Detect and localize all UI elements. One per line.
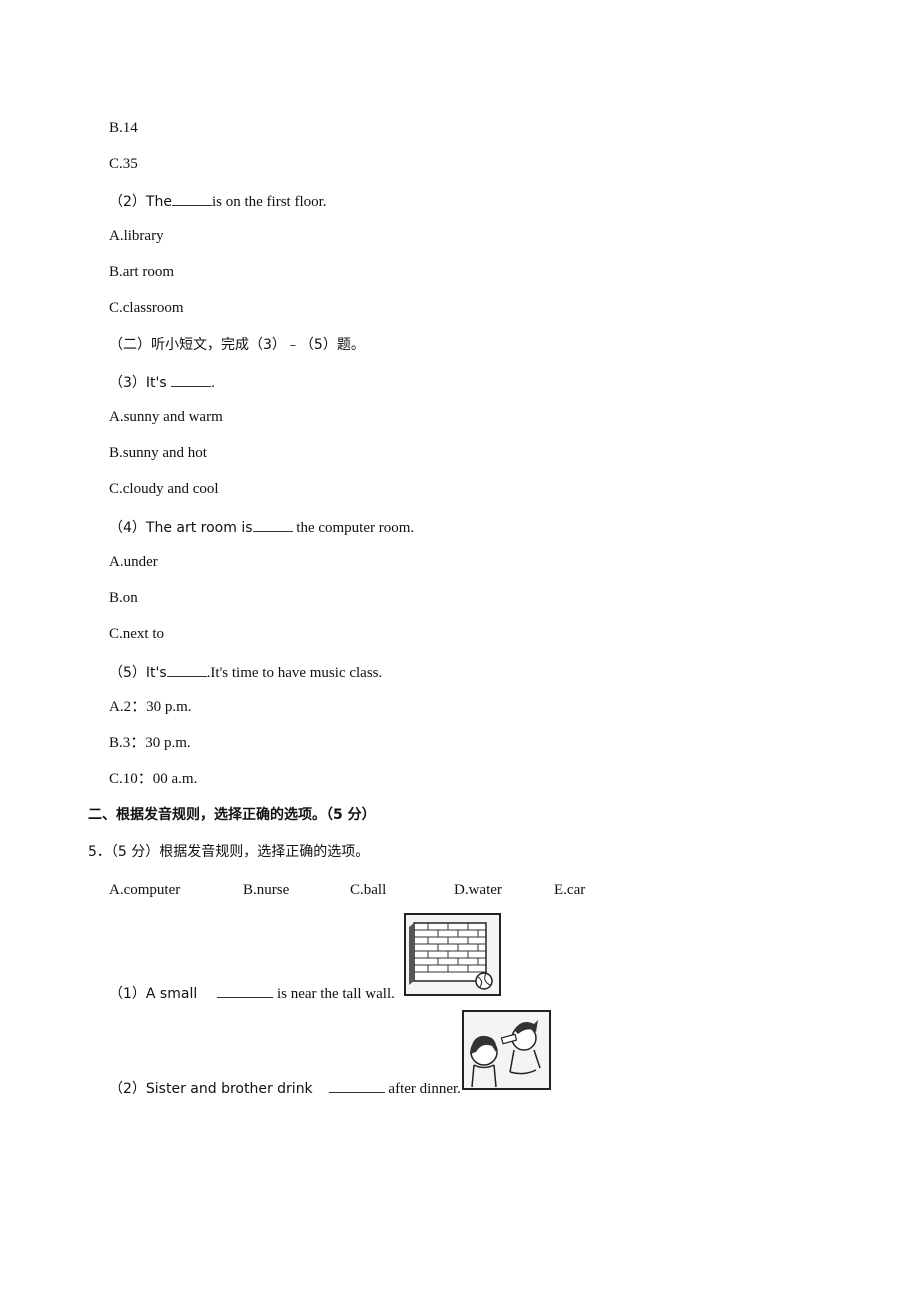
choice-b: B.nurse	[243, 882, 290, 898]
question-3-suffix: .	[211, 375, 215, 391]
item-2: （2）Sister and brother drink after dinner…	[109, 1078, 461, 1098]
q4-option-b: B.on	[109, 590, 138, 606]
q2-option-a: A.library	[109, 228, 164, 244]
q4-option-c: C.next to	[109, 626, 164, 642]
ball-icon	[475, 972, 493, 990]
answer-blank[interactable]	[166, 662, 207, 677]
question-5-prompt: 5．（5 分）根据发音规则，选择正确的选项。	[88, 844, 370, 860]
question-5-prefix: （5）It's	[109, 665, 167, 681]
answer-blank[interactable]	[217, 983, 274, 998]
choice-d: D.water	[454, 882, 502, 898]
choice-c: C.ball	[350, 882, 387, 898]
children-drinking-picture	[462, 1010, 551, 1090]
answer-blank[interactable]	[328, 1078, 385, 1093]
question-4-suffix: the computer room.	[292, 520, 415, 536]
q1-option-c: C.35	[109, 156, 138, 172]
item-2-suffix: after dinner.	[384, 1081, 461, 1097]
q5-option-b: B.3：30 p.m.	[109, 735, 191, 751]
brick-wall-icon	[409, 922, 493, 990]
q1-option-b: B.14	[109, 120, 138, 136]
q3-option-c: C.cloudy and cool	[109, 481, 219, 497]
q3-option-a: A.sunny and warm	[109, 409, 223, 425]
choice-a: A.computer	[109, 882, 181, 898]
listening-subsection-title: （二）听小短文，完成（3）﹣（5）题。	[109, 337, 365, 353]
wall-and-ball-picture	[404, 913, 501, 996]
question-2: （2）The is on the first floor.	[109, 191, 327, 211]
q3-option-b: B.sunny and hot	[109, 445, 207, 461]
question-5-suffix: .It's time to have music class.	[206, 665, 383, 681]
item-1: （1）A small is near the tall wall.	[109, 983, 395, 1003]
answer-blank[interactable]	[171, 191, 212, 206]
children-drinking-icon	[470, 1020, 541, 1088]
answer-blank[interactable]	[171, 372, 212, 387]
question-3-prefix: （3）It's	[109, 375, 172, 391]
q4-option-a: A.under	[109, 554, 158, 570]
answer-blank[interactable]	[252, 517, 293, 532]
q5-option-c: C.10：00 a.m.	[109, 771, 198, 787]
question-2-suffix: is on the first floor.	[211, 194, 327, 210]
question-4: （4）The art room is the computer room.	[109, 517, 414, 537]
item-1-prefix: （1）A small	[109, 986, 198, 1002]
choice-e: E.car	[554, 882, 586, 898]
question-2-prefix: （2）The	[109, 194, 172, 210]
item-2-prefix: （2）Sister and brother drink	[109, 1081, 313, 1097]
item-1-suffix: is near the tall wall.	[273, 986, 395, 1002]
section-heading: 二、根据发音规则，选择正确的选项。（5 分）	[88, 807, 376, 823]
question-3: （3）It's .	[109, 372, 215, 392]
question-4-prefix: （4）The art room is	[109, 520, 253, 536]
question-5: （5）It's .It's time to have music class.	[109, 662, 382, 682]
q5-option-a: A.2：30 p.m.	[109, 699, 192, 715]
q2-option-c: C.classroom	[109, 300, 184, 316]
q2-option-b: B.art room	[109, 264, 174, 280]
